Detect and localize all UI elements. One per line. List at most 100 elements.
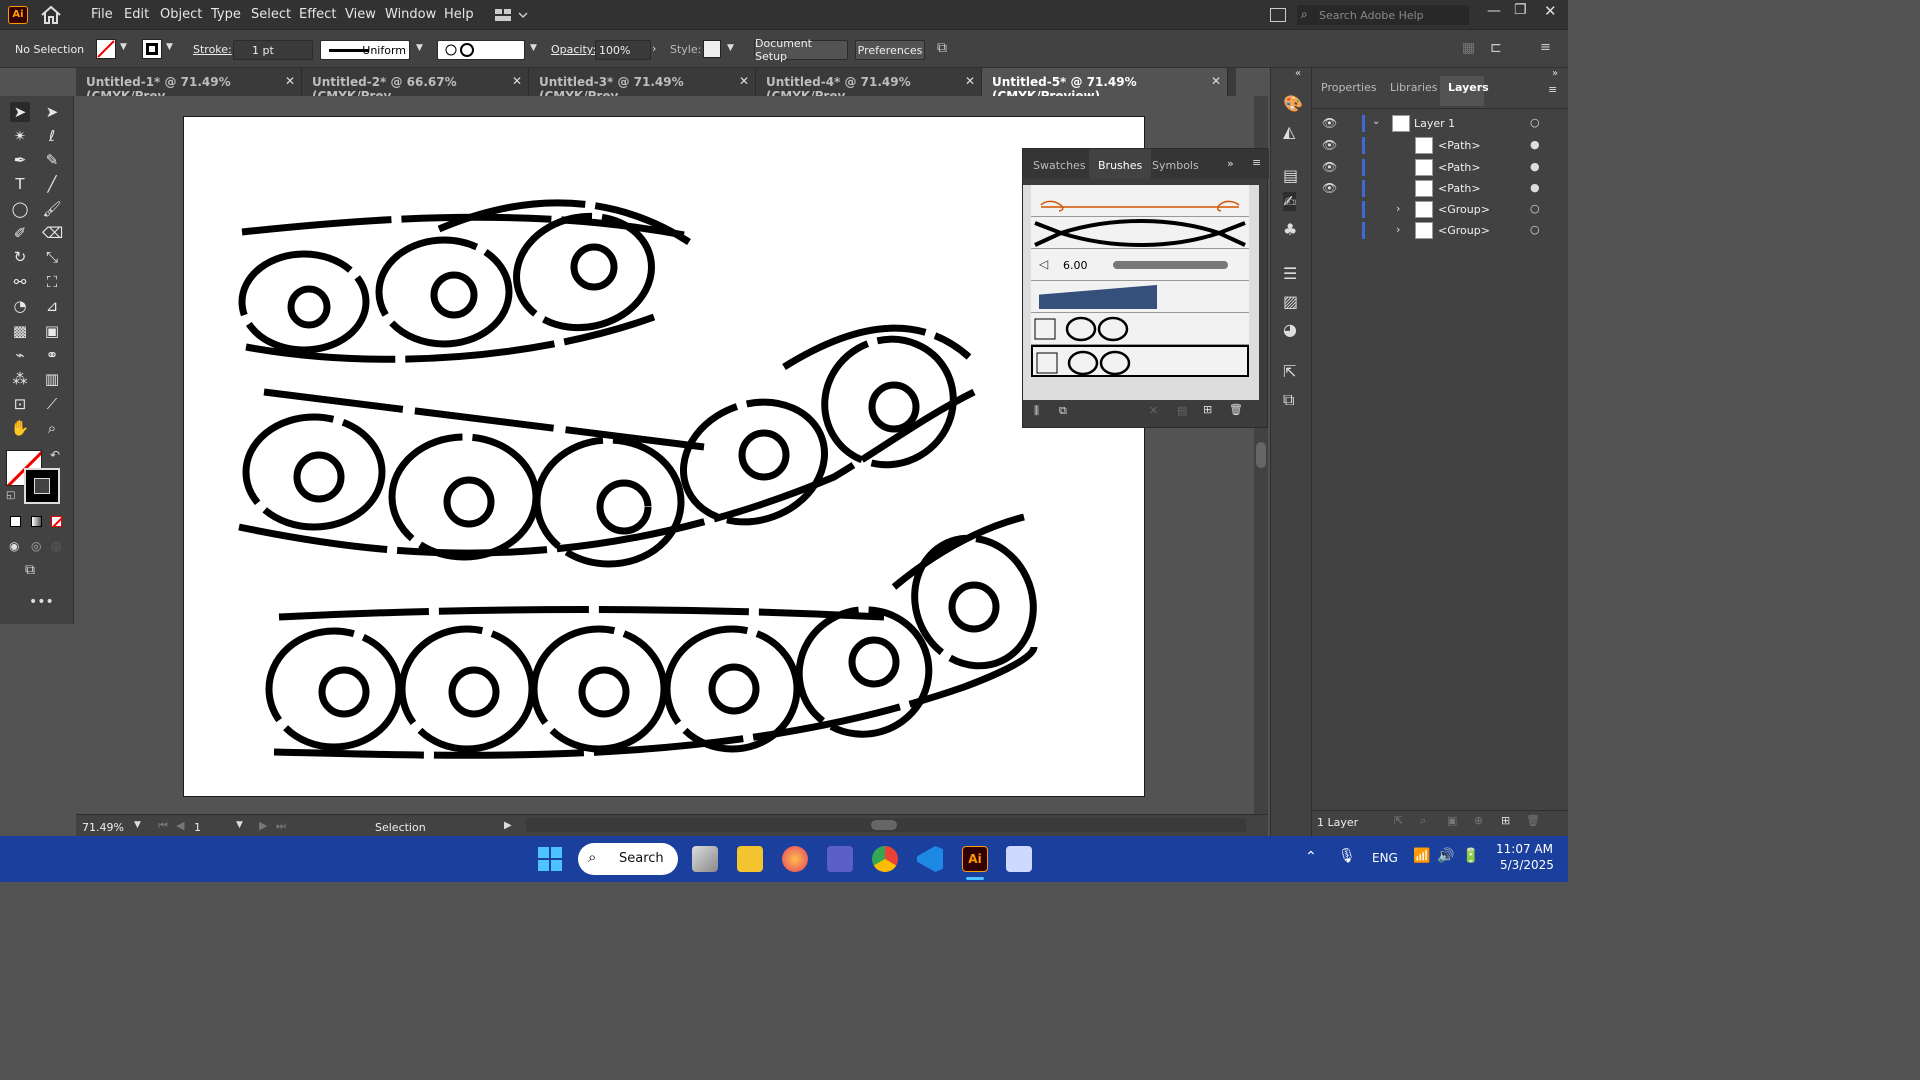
expand-chevron-icon[interactable]: › [1396, 223, 1400, 236]
gradient-tool-icon[interactable]: ▣ [42, 321, 62, 341]
column-graph-tool-icon[interactable]: ▥ [42, 369, 62, 389]
arrange-icon[interactable]: ⧉ [937, 40, 947, 56]
start-button[interactable] [537, 846, 563, 872]
tab-untitled-1[interactable]: Untitled-1* @ 71.49% (CMYK/Prev...✕ [76, 68, 302, 103]
brush-swatch-celtic-1[interactable] [1031, 313, 1249, 345]
selection-tool-icon[interactable]: ➤ [10, 102, 30, 122]
tab-untitled-5[interactable]: Untitled-5* @ 71.49% (CMYK/Preview)✕ [982, 68, 1228, 103]
target-circle-icon[interactable]: ● [1530, 138, 1540, 151]
home-icon[interactable] [40, 5, 62, 25]
zoom-level[interactable]: 71.49% [82, 821, 124, 834]
artboard-number[interactable]: 1 [194, 821, 201, 834]
perspective-grid-tool-icon[interactable]: ⊿ [42, 296, 62, 316]
tab-properties[interactable]: Properties [1321, 81, 1377, 94]
taskbar-search-button[interactable]: ⌕ Search [578, 843, 678, 875]
collapse-panel-icon[interactable]: » [1227, 157, 1234, 170]
free-transform-tool-icon[interactable]: ⛶ [42, 272, 62, 292]
close-icon[interactable]: ✕ [739, 74, 749, 88]
zoom-tool-icon[interactable]: ⌕ [42, 418, 62, 438]
snipping-tool-icon[interactable] [1006, 846, 1032, 872]
brush-libraries-icon[interactable]: ⫼ [1034, 404, 1039, 418]
close-window-button[interactable]: ✕ [1544, 2, 1557, 20]
minimize-button[interactable]: — [1487, 3, 1501, 19]
layer-name[interactable]: Layer 1 [1414, 117, 1455, 130]
direct-selection-tool-icon[interactable]: ➤ [42, 102, 62, 122]
default-colors-icon[interactable]: ◱ [6, 490, 15, 501]
ellipse-tool-icon[interactable]: ◯ [10, 199, 30, 219]
opacity-arrow-icon[interactable]: › [652, 42, 656, 55]
new-layer-icon[interactable]: ⊞ [1501, 814, 1510, 827]
transform-icon[interactable]: ⊏ [1490, 40, 1502, 56]
celtic-brush-artwork[interactable] [184, 117, 1146, 798]
close-icon[interactable]: ✕ [512, 74, 522, 88]
stroke-swatch[interactable] [142, 39, 162, 59]
menu-view[interactable]: View [345, 7, 376, 22]
layer-row[interactable]: › <Group> ○ [1312, 199, 1568, 220]
variable-width-profile[interactable]: Uniform [320, 40, 410, 60]
panel-menu-icon[interactable]: ≡ [1548, 83, 1557, 96]
stroke-panel-icon[interactable]: ☰ [1283, 264, 1297, 283]
tab-libraries[interactable]: Libraries [1390, 81, 1438, 94]
wifi-icon[interactable]: 📶 [1413, 848, 1430, 864]
slice-tool-icon[interactable]: ⟋ [42, 394, 62, 414]
artboard-tool-icon[interactable]: ⊡ [10, 394, 30, 414]
layer-name[interactable]: <Group> [1438, 224, 1490, 237]
show-hidden-icons[interactable]: ⌃ [1305, 849, 1317, 865]
workspace-switcher-icon[interactable] [494, 8, 530, 22]
blend-tool-icon[interactable]: ⚭ [42, 345, 62, 365]
visibility-eye-icon[interactable]: 👁 [1322, 160, 1337, 174]
brush-swatch-ornament-orange[interactable] [1031, 185, 1249, 217]
visibility-eye-icon[interactable]: 👁 [1322, 116, 1337, 130]
eyedropper-tool-icon[interactable]: ⌁ [10, 345, 30, 365]
export-panel-icon[interactable]: ⇱ [1283, 362, 1296, 381]
tab-untitled-2[interactable]: Untitled-2* @ 66.67% (CMYK/Prev...✕ [302, 68, 529, 103]
layer-name[interactable]: <Path> [1438, 139, 1481, 152]
screen-mode-icon[interactable]: ⧉ [25, 562, 35, 578]
tab-swatches[interactable]: Swatches [1033, 159, 1086, 172]
color-guide-icon[interactable]: ◭ [1283, 122, 1295, 141]
target-circle-icon[interactable]: ○ [1530, 223, 1540, 236]
none-mode-icon[interactable] [51, 516, 62, 527]
shape-builder-tool-icon[interactable]: ◔ [10, 296, 30, 316]
opacity-label[interactable]: Opacity: [551, 43, 596, 56]
preferences-button[interactable]: Preferences [855, 40, 925, 60]
horizontal-scrollbar[interactable] [526, 818, 1246, 832]
menu-type[interactable]: Type [211, 7, 241, 22]
style-swatch[interactable] [703, 40, 721, 58]
brush-swatch-pattern-blue[interactable] [1031, 281, 1249, 313]
style-dropdown-icon[interactable]: ▼ [727, 43, 734, 53]
task-view-icon[interactable] [692, 846, 718, 872]
microphone-icon[interactable]: 🎙 [1338, 848, 1356, 864]
target-circle-icon[interactable]: ● [1530, 181, 1540, 194]
menu-effect[interactable]: Effect [299, 7, 336, 22]
eraser-tool-icon[interactable]: ⌫ [42, 223, 63, 243]
menu-window[interactable]: Window [385, 7, 436, 22]
rotate-tool-icon[interactable]: ↻ [10, 247, 30, 267]
draw-behind-icon[interactable]: ◎ [31, 539, 41, 553]
layer-row[interactable]: › <Group> ○ [1312, 220, 1568, 241]
target-circle-icon[interactable]: ○ [1530, 202, 1540, 215]
fill-dropdown-icon[interactable]: ▼ [120, 42, 127, 52]
tab-symbols[interactable]: Symbols [1152, 159, 1199, 172]
symbol-sprayer-tool-icon[interactable]: ⁂ [10, 369, 30, 389]
swap-colors-icon[interactable]: ↶ [50, 448, 60, 462]
stroke-weight-field[interactable]: 1 pt [233, 40, 313, 60]
gradient-mode-icon[interactable] [31, 516, 42, 527]
firefox-icon[interactable] [782, 846, 808, 872]
visibility-eye-icon[interactable]: 👁 [1322, 181, 1337, 195]
panel-menu-icon[interactable]: ≡ [1252, 156, 1261, 169]
clock-time[interactable]: 11:07 AM [1496, 842, 1553, 856]
status-menu-icon[interactable]: ▶ [504, 820, 512, 831]
layer-name[interactable]: <Path> [1438, 182, 1481, 195]
paintbrush-tool-icon[interactable]: 🖌 [42, 199, 62, 219]
menu-file[interactable]: File [91, 7, 113, 22]
menu-object[interactable]: Object [160, 7, 202, 22]
volume-icon[interactable]: 🔊 [1437, 848, 1454, 864]
layer-row[interactable]: 👁 <Path> ● [1312, 135, 1568, 156]
clock-date[interactable]: 5/3/2025 [1500, 858, 1554, 872]
brush-dropdown-icon[interactable]: ▼ [530, 43, 537, 53]
layer-row[interactable]: 👁 <Path> ● [1312, 157, 1568, 178]
artboard[interactable] [183, 116, 1145, 797]
collapse-chevron-icon[interactable]: ⌄ [1372, 116, 1380, 127]
hand-tool-icon[interactable]: ✋ [10, 418, 30, 438]
